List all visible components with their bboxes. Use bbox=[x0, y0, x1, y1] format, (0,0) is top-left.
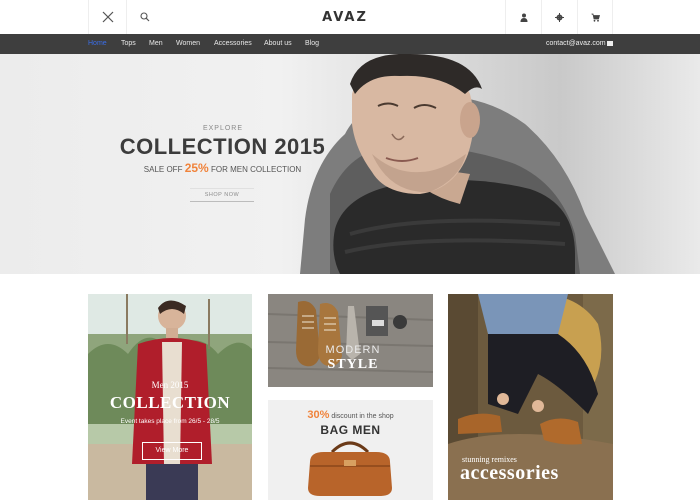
hero-title: COLLECTION 2015 bbox=[119, 134, 326, 159]
gear-icon bbox=[555, 12, 564, 22]
close-icon bbox=[102, 11, 113, 23]
contact-email-link[interactable]: contact@avaz.com bbox=[546, 34, 606, 54]
modern-style-card[interactable]: MODERN STYLE bbox=[268, 294, 433, 387]
nav-item-accessories[interactable]: Accessories bbox=[214, 34, 252, 54]
nav-item-women[interactable]: Women bbox=[176, 34, 200, 54]
hero-banner: EXPLORE COLLECTION 2015 SALE OFF 25% FOR… bbox=[0, 54, 700, 274]
modern-style-image bbox=[268, 294, 433, 387]
accessories-title: accessories bbox=[460, 462, 559, 484]
men-collection-title: COLLECTION bbox=[109, 393, 231, 412]
close-menu-button[interactable] bbox=[88, 0, 126, 34]
nav-item-about-us[interactable]: About us bbox=[264, 34, 292, 54]
bag-men-card[interactable]: 30% discount in the shop BAG MEN bbox=[268, 400, 433, 500]
site-logo[interactable]: AVAZ bbox=[310, 8, 380, 26]
user-icon bbox=[520, 13, 527, 22]
nav-item-home[interactable]: Home bbox=[88, 34, 107, 54]
modern-style-line1: MODERN bbox=[325, 344, 381, 356]
hero-explore-label: EXPLORE bbox=[202, 125, 244, 132]
cart-button[interactable] bbox=[577, 0, 613, 34]
men-collection-subtitle: Men 2015 bbox=[151, 380, 189, 390]
shop-now-button[interactable]: SHOP NOW bbox=[190, 188, 254, 202]
search-button[interactable] bbox=[126, 0, 162, 34]
hero-sale-line: SALE OFF 25% FOR MEN COLLECTION bbox=[130, 161, 315, 175]
modern-style-line2: STYLE bbox=[327, 357, 379, 372]
sale-prefix: SALE OFF bbox=[143, 165, 183, 174]
bag-image bbox=[308, 441, 392, 496]
nav-item-blog[interactable]: Blog bbox=[305, 34, 319, 54]
sale-suffix: FOR MEN COLLECTION bbox=[210, 165, 302, 174]
sale-percent: 25% bbox=[184, 161, 209, 175]
view-more-button[interactable]: View More bbox=[142, 442, 202, 460]
main-nav: Home Tops Men Women Accessories About us… bbox=[0, 34, 700, 54]
cart-icon bbox=[591, 13, 600, 22]
men-collection-event: Event takes place from 26/5 - 28/5 bbox=[120, 418, 220, 425]
search-icon bbox=[139, 12, 149, 22]
site-header: AVAZ bbox=[0, 0, 700, 34]
nav-item-men[interactable]: Men bbox=[149, 34, 163, 54]
nav-item-tops[interactable]: Tops bbox=[121, 34, 136, 54]
settings-button[interactable] bbox=[541, 0, 577, 34]
men-collection-card[interactable]: Men 2015 COLLECTION Event takes place fr… bbox=[88, 294, 252, 500]
mail-icon bbox=[607, 41, 613, 46]
hero-model-image bbox=[300, 54, 615, 274]
account-button[interactable] bbox=[505, 0, 541, 34]
accessories-card[interactable]: stunning remixes accessories bbox=[448, 294, 613, 500]
